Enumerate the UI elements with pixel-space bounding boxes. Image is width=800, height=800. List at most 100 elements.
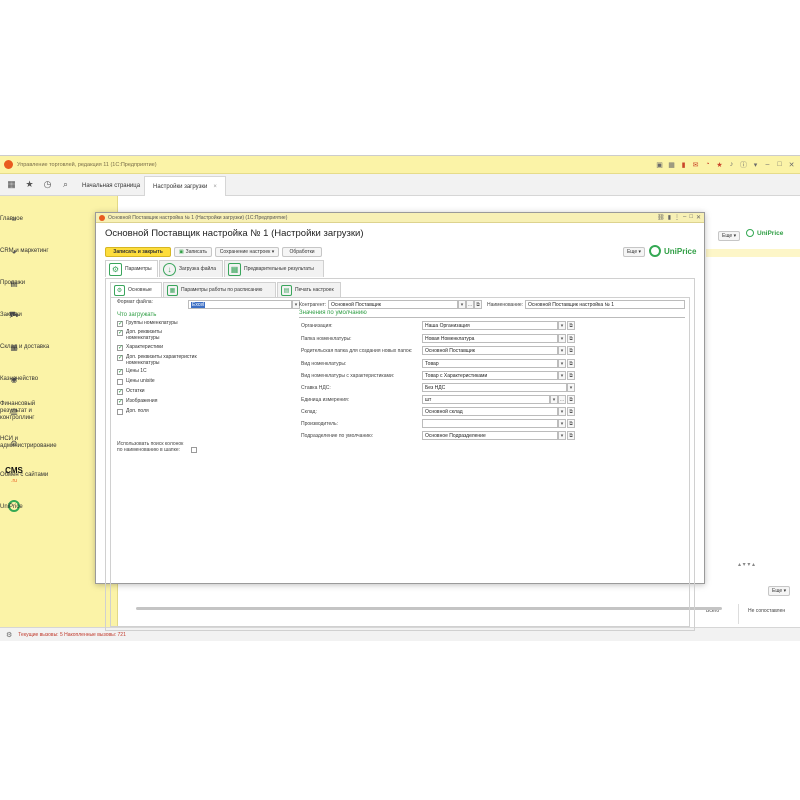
manufacturer-open-icon[interactable]: ⧉ [567,419,575,428]
contractor-dropdown[interactable]: ▾ [458,300,466,309]
save-close-button[interactable]: Записать и закрыть [105,247,171,257]
more-button[interactable]: Еще ▾ [718,231,741,241]
checkbox-item[interactable]: ✓ Характеристики [117,344,206,351]
pin-icon[interactable]: ▣ [655,160,664,169]
uniprice-logo-icon [746,229,754,237]
nomenclature-type-char-field[interactable]: Товар с Характеристиками [422,371,558,380]
checkbox-item[interactable]: ✓ Доп. реквизиты номенклатуры [117,329,182,341]
pager-icons[interactable]: ▴ ▾ ▾ ▴ [738,561,755,568]
search-by-name-checkbox[interactable] [191,447,197,453]
checkbox-item[interactable]: Доп. поля [117,408,206,415]
menu-dropdown-icon[interactable]: ▾ [751,160,760,169]
close-icon[interactable]: ✕ [696,214,701,221]
nomenclature-folder-field[interactable]: Новая Номенклатура [422,334,558,343]
organization-open-icon[interactable]: ⧉ [567,321,575,330]
link-icon[interactable]: ⛓ [657,214,665,221]
organization-field[interactable]: Наша Организация [422,321,558,330]
nomenclature-type-dropdown[interactable]: ▾ [558,359,566,368]
parent-folder-field[interactable]: Основной Поставщик [422,346,558,355]
close-tab-icon[interactable]: × [213,184,217,190]
close-icon[interactable]: ✕ [787,160,796,169]
checkbox[interactable]: ✓ [117,330,123,336]
more-menu-icon[interactable]: ⋮ [674,214,680,221]
subtab-main[interactable]: ⚙ Основные [110,282,162,297]
checkbox-item[interactable]: ✓ Изображения [117,398,206,405]
manufacturer-dropdown[interactable]: ▾ [558,419,566,428]
unit-select-button[interactable]: … [558,395,566,404]
checkbox-item[interactable]: ✓ Группы номенклатуры [117,320,206,327]
organization-dropdown[interactable]: ▾ [558,321,566,330]
selected-row[interactable] [706,249,800,257]
vat-rate-dropdown[interactable]: ▾ [567,383,575,392]
checkbox[interactable]: ✓ [117,345,123,351]
processing-button[interactable]: Обработки [282,247,322,257]
bookmark-icon[interactable]: ▮ [668,214,671,221]
checkbox[interactable] [117,379,123,385]
minimize-icon[interactable]: – [683,214,686,221]
maximize-icon[interactable]: □ [689,214,693,221]
manufacturer-field[interactable] [422,419,558,428]
nomenclature-type-open-icon[interactable]: ⧉ [567,359,575,368]
checkbox[interactable]: ✓ [117,321,123,327]
more-button-2[interactable]: Еще ▾ [768,586,791,596]
tab-settings[interactable]: Настройки загрузки × [144,176,226,196]
tab-preliminary-results[interactable]: ▦ Предварительные результаты [224,260,324,277]
subtab-schedule[interactable]: ▦ Параметры работы по расписанию [163,282,276,297]
nomenclature-type-char-open-icon[interactable]: ⧉ [567,371,575,380]
checkbox-item[interactable]: ✓ Цены 1С [117,368,206,375]
star-icon[interactable]: ★ [715,160,724,169]
nomenclature-type-field[interactable]: Товар [422,359,558,368]
settings-gear-icon[interactable]: ⚙ [6,631,12,639]
format-value: Excel [191,301,206,308]
default-department-dropdown[interactable]: ▾ [558,431,566,440]
maximize-icon[interactable]: □ [775,160,784,169]
save-settings-dropdown[interactable]: Сохранение настроек ▾ [215,247,279,257]
subtab-label: Параметры работы по расписанию [181,287,263,293]
format-field[interactable]: Excel [188,300,292,309]
nomenclature-folder-dropdown[interactable]: ▾ [558,334,566,343]
bookmark-icon[interactable]: ▮ [679,160,688,169]
checkbox-item[interactable]: Цены unisite [117,378,206,385]
history-icon[interactable]: ◔ [703,160,712,169]
checkbox-item[interactable]: ✓ Остатки [117,388,206,395]
calendar-icon[interactable]: ▦ [667,160,676,169]
minimize-icon[interactable]: – [763,160,772,169]
checkbox[interactable] [117,409,123,415]
contractor-open-icon[interactable]: ⧉ [474,300,482,309]
save-button[interactable]: ▣ Записать [174,247,212,257]
nomenclature-type-char-dropdown[interactable]: ▾ [558,371,566,380]
info-icon[interactable]: ⓘ [739,160,748,169]
apps-grid-icon[interactable]: ▦ [6,179,17,190]
checkbox[interactable]: ✓ [117,389,123,395]
warehouse-open-icon[interactable]: ⧉ [567,407,575,416]
tab-home[interactable]: Начальная страница [74,176,148,196]
warehouse-field[interactable]: Основной склад [422,407,558,416]
subtab-label: Печать настроек [295,287,334,293]
search-icon[interactable]: ⌕ [60,179,71,190]
contractor-field[interactable]: Основной Поставщик [328,300,458,309]
unit-open-icon[interactable]: ⧉ [567,395,575,404]
unit-dropdown[interactable]: ▾ [550,395,558,404]
nomenclature-folder-open-icon[interactable]: ⧉ [567,334,575,343]
tab-file-load[interactable]: ↓ Загрузка файла [159,260,223,277]
default-department-open-icon[interactable]: ⧉ [567,431,575,440]
name-field[interactable]: Основной Поставщик настройка № 1 [525,300,685,309]
bell-icon[interactable]: ♪ [727,160,736,169]
checkbox[interactable]: ✓ [117,369,123,375]
tab-parameters[interactable]: ⚙ Параметры [105,260,158,277]
checkbox[interactable]: ✓ [117,355,123,361]
contractor-select-button[interactable]: … [466,300,474,309]
favorites-star-icon[interactable]: ★ [24,179,35,190]
subtab-print[interactable]: ▤ Печать настроек [277,282,341,297]
warehouse-dropdown[interactable]: ▾ [558,407,566,416]
unit-field[interactable]: шт [422,395,550,404]
more-button[interactable]: Еще ▾ [623,247,645,257]
vat-rate-field[interactable]: Без НДС [422,383,567,392]
parent-folder-dropdown[interactable]: ▾ [558,346,566,355]
default-department-field[interactable]: Основное Подразделение [422,431,558,440]
parent-folder-open-icon[interactable]: ⧉ [567,346,575,355]
checkbox[interactable]: ✓ [117,399,123,405]
mail-icon[interactable]: ✉ [691,160,700,169]
history-clock-icon[interactable]: ◷ [42,179,53,190]
checkbox-item[interactable]: ✓ Доп. реквизиты характеристик номенклату… [117,354,204,366]
